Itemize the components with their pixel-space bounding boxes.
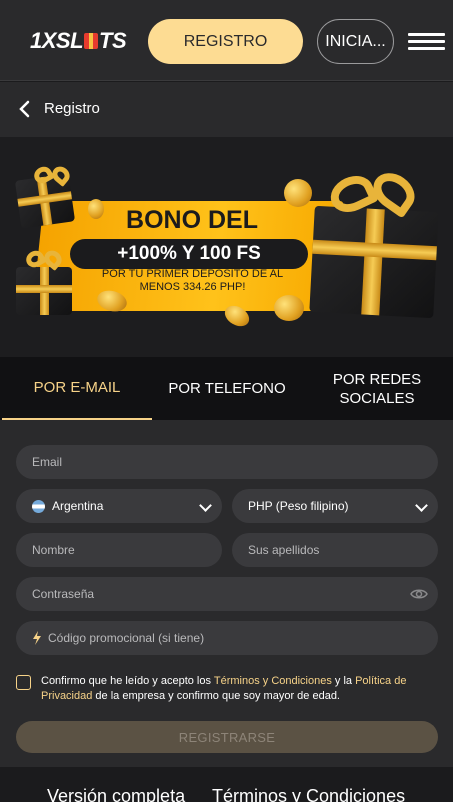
site-logo[interactable]: 1XSL TS bbox=[30, 28, 127, 54]
banner-title: BONO DEL bbox=[126, 206, 258, 234]
banner-description: POR TU PRIMER DEPÓSITO DE AL MENOS 334.2… bbox=[101, 268, 284, 293]
password-field[interactable]: Contraseña bbox=[16, 577, 438, 611]
tab-email[interactable]: POR E-MAIL bbox=[2, 357, 152, 420]
page-title: Registro bbox=[44, 100, 100, 117]
eye-icon[interactable] bbox=[410, 586, 428, 602]
terms-checkbox[interactable] bbox=[16, 675, 31, 690]
login-button[interactable]: INICIA... bbox=[317, 19, 394, 64]
currency-select[interactable]: PHP (Peso filipino) bbox=[232, 489, 438, 523]
full-version-link[interactable]: Versión completa bbox=[47, 786, 185, 802]
country-value: Argentina bbox=[52, 499, 104, 513]
terms-link[interactable]: Términos y Condiciones bbox=[214, 675, 332, 687]
name-placeholder: Nombre bbox=[32, 543, 75, 557]
tab-social[interactable]: POR REDES SOCIALES bbox=[318, 357, 436, 420]
chevron-down-icon bbox=[415, 499, 428, 512]
terms-footer-link[interactable]: Términos y Condiciones bbox=[212, 786, 405, 802]
country-select[interactable]: Argentina bbox=[16, 489, 222, 523]
password-placeholder: Contraseña bbox=[32, 587, 95, 601]
surname-placeholder: Sus apellidos bbox=[248, 543, 320, 557]
tab-phone[interactable]: POR TELEFONO bbox=[152, 357, 302, 420]
gift-box-icon bbox=[16, 267, 72, 315]
logo-text-end: TS bbox=[99, 28, 127, 53]
hamburger-icon[interactable] bbox=[408, 33, 445, 50]
top-header: 1XSL TS REGISTRO INICIA... bbox=[0, 0, 453, 81]
email-field[interactable]: Email bbox=[16, 445, 438, 479]
chevron-left-icon[interactable] bbox=[18, 100, 30, 118]
bonus-banner: BONO DEL +100% Y 100 FS POR TU PRIMER DE… bbox=[0, 137, 453, 357]
coin-icon bbox=[284, 179, 312, 207]
logo-gift-icon bbox=[84, 33, 99, 49]
surname-field[interactable]: Sus apellidos bbox=[232, 533, 438, 567]
terms-text: Confirmo que he leído y acepto los Térmi… bbox=[41, 675, 407, 702]
logo-text-start: 1XSL bbox=[30, 28, 84, 53]
name-field[interactable]: Nombre bbox=[16, 533, 222, 567]
chevron-down-icon bbox=[199, 499, 212, 512]
registration-tabs: POR E-MAIL POR TELEFONO POR REDES SOCIAL… bbox=[0, 357, 453, 420]
email-placeholder: Email bbox=[32, 455, 63, 469]
flag-argentina-icon bbox=[32, 499, 45, 513]
coin-icon bbox=[274, 295, 304, 321]
bolt-icon bbox=[33, 631, 41, 645]
submit-button[interactable]: REGISTRARSE bbox=[16, 721, 438, 753]
register-button[interactable]: REGISTRO bbox=[148, 19, 303, 64]
gift-box-icon bbox=[309, 205, 439, 319]
promo-placeholder: Código promocional (si tiene) bbox=[48, 631, 205, 645]
banner-highlight: +100% Y 100 FS bbox=[70, 239, 308, 269]
currency-value: PHP (Peso filipino) bbox=[248, 499, 349, 513]
promo-code-field[interactable]: Código promocional (si tiene) bbox=[16, 621, 438, 655]
